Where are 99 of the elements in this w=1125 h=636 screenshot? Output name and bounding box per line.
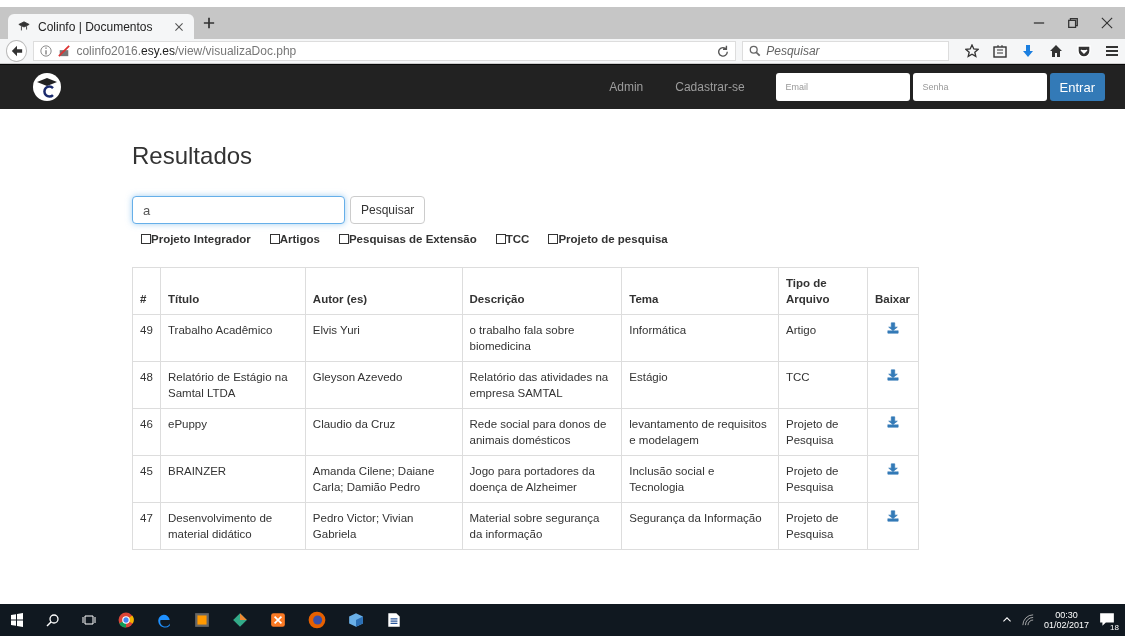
table-cell: Jogo para portadores da doença de Alzheimer bbox=[462, 455, 622, 503]
download-icon[interactable] bbox=[886, 463, 899, 475]
browser-tab[interactable]: Colinfo | Documentos bbox=[8, 14, 194, 39]
table-cell: Desenvolvimento de material didático bbox=[160, 502, 306, 550]
table-cell: Informática bbox=[621, 314, 779, 362]
column-header: Baixar bbox=[867, 267, 919, 315]
filter-label: Artigos bbox=[279, 233, 320, 245]
close-icon[interactable] bbox=[174, 21, 184, 32]
back-button[interactable] bbox=[6, 40, 28, 62]
notification-icon[interactable] bbox=[1099, 611, 1115, 627]
download-icon[interactable] bbox=[886, 510, 899, 522]
table-cell: Projeto de Pesquisa bbox=[778, 502, 868, 550]
download-icon[interactable] bbox=[886, 322, 899, 334]
reading-list-icon[interactable] bbox=[993, 44, 1007, 58]
clock-date: 01/02/2017 bbox=[1043, 620, 1089, 630]
chrome-icon[interactable] bbox=[118, 612, 134, 628]
url-text: colinfo2016.esy.es/view/visualizaDoc.php bbox=[76, 44, 298, 58]
table-cell: Inclusão social e Tecnologia bbox=[621, 455, 779, 503]
search-button[interactable]: Pesquisar bbox=[350, 196, 426, 224]
insecure-lock-icon[interactable] bbox=[58, 45, 71, 57]
table-cell: ePuppy bbox=[160, 408, 306, 456]
table-cell: Segurança da Informação bbox=[621, 502, 779, 550]
table-cell: BRAINZER bbox=[160, 455, 306, 503]
table-cell: Relatório de Estágio na Samtal LTDA bbox=[160, 361, 306, 409]
table-cell: 47 bbox=[132, 502, 161, 550]
back-arrow-icon bbox=[10, 45, 23, 57]
login-button[interactable]: Entrar bbox=[1049, 73, 1105, 101]
table-cell: Elvis Yuri bbox=[305, 314, 463, 362]
pocket-icon[interactable] bbox=[1077, 44, 1091, 58]
menu-icon[interactable] bbox=[1105, 44, 1119, 58]
wifi-icon[interactable] bbox=[1021, 614, 1034, 626]
table-cell: Relatório das atividades na empresa SAMTAL bbox=[462, 361, 622, 409]
column-header: Descrição bbox=[462, 267, 622, 315]
column-header: Tipo de Arquivo bbox=[778, 267, 868, 315]
table-cell: Pedro Victor; Vivian Gabriela bbox=[305, 502, 463, 550]
plus-icon[interactable] bbox=[203, 17, 215, 29]
filter-label: TCC bbox=[505, 233, 530, 245]
edge-icon[interactable] bbox=[156, 612, 172, 628]
notification-count: 18 bbox=[1110, 623, 1119, 632]
browser-search-field[interactable]: Pesquisar bbox=[742, 41, 949, 61]
sublime-icon[interactable] bbox=[194, 612, 210, 628]
home-icon[interactable] bbox=[1049, 44, 1063, 58]
table-cell: Rede social para donos de animais domésticos bbox=[462, 408, 622, 456]
cube-icon[interactable] bbox=[348, 612, 364, 628]
diamond-icon[interactable] bbox=[232, 612, 248, 628]
table-cell: Projeto de Pesquisa bbox=[778, 408, 868, 456]
email-field[interactable]: Email bbox=[775, 73, 910, 101]
table-cell: 48 bbox=[132, 361, 161, 409]
table-cell: Amanda Cilene; Daiane Carla; Damião Pedro bbox=[305, 455, 463, 503]
restore-icon[interactable] bbox=[1067, 17, 1079, 29]
search-icon[interactable] bbox=[46, 613, 60, 627]
graduation-cap-icon bbox=[18, 20, 30, 33]
table-cell: Gleyson Azevedo bbox=[305, 361, 463, 409]
column-header: # bbox=[132, 267, 161, 315]
task-view-icon[interactable] bbox=[82, 613, 96, 627]
xampp-icon[interactable] bbox=[270, 612, 286, 628]
info-icon[interactable] bbox=[40, 45, 53, 57]
clock-time: 00:30 bbox=[1055, 610, 1078, 620]
start-icon[interactable] bbox=[10, 613, 24, 627]
checkbox[interactable] bbox=[548, 234, 559, 244]
filter-label: Projeto de pesquisa bbox=[558, 233, 668, 245]
table-cell: Artigo bbox=[778, 314, 868, 362]
nav-link[interactable]: Admin bbox=[609, 80, 644, 94]
document-icon[interactable] bbox=[386, 612, 402, 628]
table-cell: Estágio bbox=[621, 361, 779, 409]
table-cell: 46 bbox=[132, 408, 161, 456]
download-icon[interactable] bbox=[886, 369, 899, 381]
filter-label: Pesquisas de Extensão bbox=[348, 233, 477, 245]
table-cell: Trabalho Acadêmico bbox=[160, 314, 306, 362]
firefox-icon[interactable] bbox=[308, 611, 326, 629]
logo[interactable] bbox=[32, 72, 62, 102]
tab-title: Colinfo | Documentos bbox=[38, 19, 154, 34]
table-cell: TCC bbox=[778, 361, 868, 409]
table-cell: levantamento de requisitos e modelagem bbox=[621, 408, 779, 456]
password-field[interactable]: Senha bbox=[912, 73, 1047, 101]
table-cell: Projeto de Pesquisa bbox=[778, 455, 868, 503]
close-icon[interactable] bbox=[1101, 17, 1113, 29]
download-icon[interactable] bbox=[886, 416, 899, 428]
table-cell: o trabalho fala sobre biomedicina bbox=[462, 314, 622, 362]
table-cell: 49 bbox=[132, 314, 161, 362]
download-arrow-icon[interactable] bbox=[1021, 44, 1035, 58]
star-icon[interactable] bbox=[965, 44, 979, 58]
reload-icon[interactable] bbox=[717, 45, 730, 57]
checkbox[interactable] bbox=[495, 234, 506, 244]
search-icon bbox=[749, 45, 762, 57]
search-field[interactable]: a bbox=[132, 196, 345, 224]
checkbox[interactable] bbox=[269, 234, 280, 244]
checkbox[interactable] bbox=[338, 234, 349, 244]
table-cell: 45 bbox=[132, 455, 161, 503]
filter-label: Projeto Integrador bbox=[151, 233, 251, 245]
checkbox[interactable] bbox=[141, 234, 151, 244]
column-header: Tema bbox=[621, 267, 779, 315]
column-header: Título bbox=[160, 267, 306, 315]
address-bar[interactable]: colinfo2016.esy.es/view/visualizaDoc.php bbox=[33, 41, 737, 61]
table-cell: Material sobre segurança da informação bbox=[462, 502, 622, 550]
column-header: Autor (es) bbox=[305, 267, 463, 315]
page-heading: Resultados bbox=[132, 142, 254, 170]
nav-link[interactable]: Cadastrar-se bbox=[675, 80, 745, 94]
table-cell: Claudio da Cruz bbox=[305, 408, 463, 456]
